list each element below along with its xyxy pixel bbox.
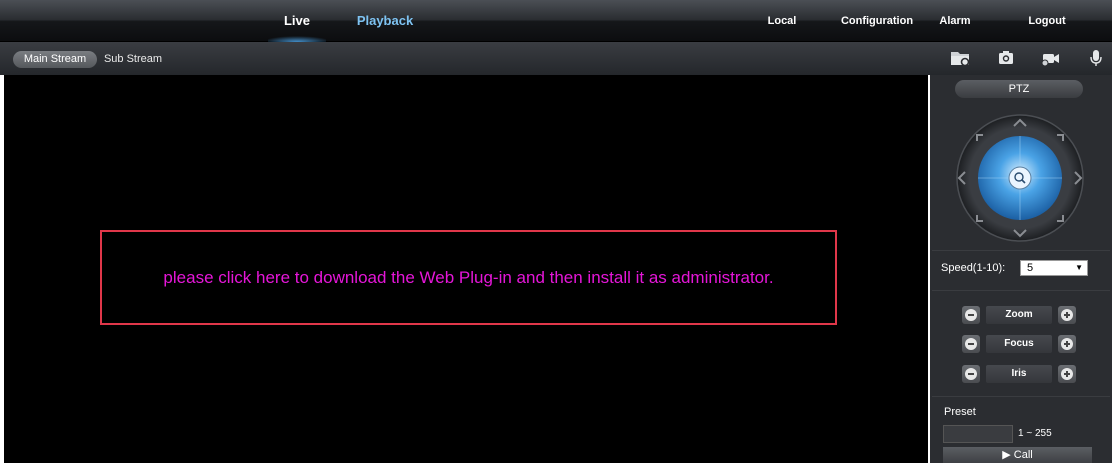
focus-near-button[interactable] [962, 335, 980, 353]
focus-label: Focus [986, 335, 1052, 353]
zoom-control: Zoom [962, 306, 1082, 326]
folder-search-icon[interactable] [948, 47, 974, 69]
ptz-divider [932, 396, 1110, 397]
ptz-divider [932, 250, 1110, 251]
plugin-download-message: please click here to download the Web Pl… [163, 267, 774, 287]
focus-control: Focus [962, 335, 1082, 355]
nav-local-setup[interactable]: Local Setup [752, 0, 812, 69]
microphone-icon[interactable] [1083, 47, 1109, 69]
record-camera-icon[interactable] [1038, 47, 1064, 69]
speed-select[interactable]: 5 ▼ [1020, 260, 1088, 276]
preset-range: 1 ~ 255 [1018, 428, 1052, 439]
nav-alarm[interactable]: Alarm [935, 0, 975, 42]
iris-control: Iris [962, 365, 1082, 385]
focus-far-button[interactable] [1058, 335, 1076, 353]
ptz-title: PTZ [955, 80, 1083, 98]
speed-value: 5 [1027, 262, 1034, 274]
zoom-out-button[interactable] [962, 306, 980, 324]
call-preset-button[interactable]: ▶ Call [943, 447, 1092, 463]
zoom-label: Zoom [986, 306, 1052, 324]
ptz-direction-dial[interactable] [951, 113, 1089, 243]
ptz-divider [932, 290, 1110, 291]
nav-logout[interactable]: Logout [1022, 0, 1072, 42]
iris-close-button[interactable] [962, 365, 980, 383]
zoom-in-button[interactable] [1058, 306, 1076, 324]
camera-icon[interactable] [993, 47, 1019, 69]
iris-open-button[interactable] [1058, 365, 1076, 383]
preset-input[interactable] [943, 425, 1013, 443]
nav-configuration[interactable]: Configuration [837, 0, 917, 42]
preset-label: Preset [944, 406, 976, 418]
sub-stream-button[interactable]: Sub Stream [103, 51, 163, 68]
plugin-download-link[interactable]: please click here to download the Web Pl… [100, 230, 837, 325]
stream-toolbar: Main Stream Sub Stream [0, 42, 1112, 75]
top-navigation-bar: Live Playback Local Setup Configuration … [0, 0, 1112, 69]
nav-playback[interactable]: Playback [349, 0, 421, 42]
speed-label: Speed(1-10): [941, 262, 1006, 274]
iris-label: Iris [986, 365, 1052, 383]
nav-live[interactable]: Live [268, 0, 326, 42]
dropdown-arrow-icon: ▼ [1075, 263, 1083, 272]
main-stream-button[interactable]: Main Stream [13, 51, 97, 68]
